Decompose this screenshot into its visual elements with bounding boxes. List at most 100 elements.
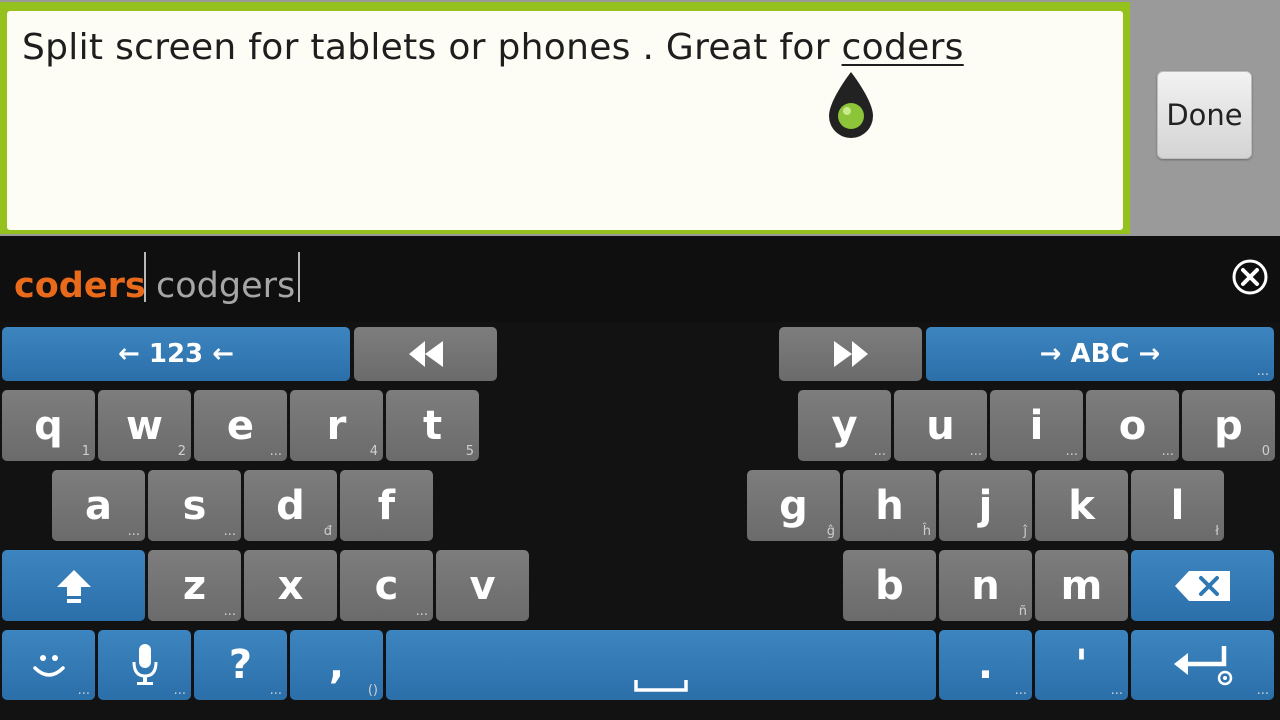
key-label: w bbox=[126, 402, 163, 449]
suggestion-primary[interactable]: coders bbox=[14, 266, 146, 306]
key-u[interactable]: u... bbox=[894, 390, 987, 461]
key-l[interactable]: lł bbox=[1131, 470, 1224, 541]
key-hint: ... bbox=[969, 444, 982, 459]
key-n[interactable]: nñ bbox=[939, 550, 1032, 621]
key-hint: ĥ bbox=[922, 524, 931, 539]
key-period[interactable]: .... bbox=[939, 630, 1032, 700]
emoji-key[interactable]: ... bbox=[2, 630, 95, 700]
key-hint: ... bbox=[269, 444, 282, 459]
switch-to-numbers-key[interactable]: ← 123 ← bbox=[2, 327, 350, 381]
key-t[interactable]: t5 bbox=[386, 390, 479, 461]
text-editor[interactable]: Split screen for tablets or phones . Gre… bbox=[7, 11, 1123, 230]
key-hint: ... bbox=[1110, 683, 1123, 698]
key-hint: ... bbox=[127, 524, 140, 539]
key-hint: ... bbox=[77, 683, 90, 698]
backspace-key[interactable] bbox=[1131, 550, 1274, 621]
key-label: e bbox=[226, 402, 255, 449]
enter-return-icon bbox=[1173, 646, 1232, 686]
editor-current-word: coders bbox=[841, 27, 964, 68]
suggestion-divider bbox=[298, 252, 300, 302]
key-p[interactable]: p0 bbox=[1182, 390, 1275, 461]
key-j[interactable]: jĵ bbox=[939, 470, 1032, 541]
cursor-right-key[interactable] bbox=[779, 327, 922, 381]
key-label: m bbox=[1060, 562, 1103, 609]
key-apostrophe[interactable]: '... bbox=[1035, 630, 1128, 700]
key-label: f bbox=[377, 482, 396, 529]
key-hint: ĵ bbox=[1023, 524, 1027, 539]
key-hint: 1 bbox=[81, 444, 90, 459]
space-key[interactable] bbox=[386, 630, 936, 700]
key-label: ← 123 ← bbox=[118, 339, 234, 369]
suggestion-divider bbox=[144, 252, 146, 302]
shift-arrow-icon bbox=[56, 569, 91, 603]
key-label: v bbox=[469, 562, 496, 609]
backspace-icon bbox=[1174, 570, 1230, 601]
switch-to-letters-key[interactable]: → ABC →... bbox=[926, 327, 1274, 381]
key-q[interactable]: q1 bbox=[2, 390, 95, 461]
suggestion-bar: coders codgers bbox=[0, 236, 1280, 322]
text-editor-frame: Split screen for tablets or phones . Gre… bbox=[0, 2, 1130, 234]
cursor-handle-icon[interactable] bbox=[827, 70, 875, 142]
key-hint: ... bbox=[173, 683, 186, 698]
voice-input-key[interactable]: ... bbox=[98, 630, 191, 700]
key-label: p bbox=[1214, 402, 1243, 449]
key-hint: đ bbox=[323, 524, 332, 539]
key-h[interactable]: hĥ bbox=[843, 470, 936, 541]
smiley-icon bbox=[32, 655, 65, 677]
key-hint: 0 bbox=[1261, 444, 1270, 459]
key-hint: ... bbox=[1256, 683, 1269, 698]
key-i[interactable]: i... bbox=[990, 390, 1083, 461]
key-label: b bbox=[875, 562, 904, 609]
done-button[interactable]: Done bbox=[1157, 71, 1252, 159]
key-b[interactable]: b bbox=[843, 550, 936, 621]
key-x[interactable]: x bbox=[244, 550, 337, 621]
editor-text: Split screen for tablets or phones . Gre… bbox=[22, 27, 964, 68]
key-label: d bbox=[276, 482, 305, 529]
key-hint: 4 bbox=[369, 444, 378, 459]
key-c[interactable]: c... bbox=[340, 550, 433, 621]
key-label: , bbox=[328, 642, 345, 688]
key-v[interactable]: v bbox=[436, 550, 529, 621]
key-label: q bbox=[34, 402, 63, 449]
close-suggestions-icon[interactable] bbox=[1231, 258, 1269, 296]
key-m[interactable]: m bbox=[1035, 550, 1128, 621]
key-d[interactable]: dđ bbox=[244, 470, 337, 541]
key-w[interactable]: w2 bbox=[98, 390, 191, 461]
key-z[interactable]: z... bbox=[148, 550, 241, 621]
key-label: ' bbox=[1075, 642, 1088, 688]
key-hint: ... bbox=[1065, 444, 1078, 459]
key-e[interactable]: e... bbox=[194, 390, 287, 461]
suggestion-secondary[interactable]: codgers bbox=[156, 266, 295, 306]
editor-text-before: Split screen for tablets or phones . Gre… bbox=[22, 27, 842, 68]
key-s[interactable]: s... bbox=[148, 470, 241, 541]
enter-key[interactable]: ... bbox=[1131, 630, 1274, 700]
key-hint: ... bbox=[1256, 364, 1269, 379]
key-label: l bbox=[1170, 482, 1185, 529]
key-label: n bbox=[971, 562, 1000, 609]
key-label: h bbox=[875, 482, 904, 529]
key-hint: ... bbox=[415, 604, 428, 619]
key-label: k bbox=[1068, 482, 1095, 529]
key-label: x bbox=[277, 562, 304, 609]
key-y[interactable]: y... bbox=[798, 390, 891, 461]
key-label: → ABC → bbox=[1039, 339, 1161, 369]
key-question-mark[interactable]: ?... bbox=[194, 630, 287, 700]
key-label: . bbox=[977, 642, 994, 688]
microphone-icon bbox=[132, 644, 157, 685]
fast-forward-icon bbox=[833, 341, 868, 367]
key-hint: () bbox=[367, 683, 378, 698]
key-hint: 2 bbox=[177, 444, 186, 459]
shift-key[interactable] bbox=[2, 550, 145, 621]
key-label: u bbox=[926, 402, 955, 449]
key-comma[interactable]: , () bbox=[290, 630, 383, 700]
key-f[interactable]: f bbox=[340, 470, 433, 541]
key-hint: ... bbox=[873, 444, 886, 459]
key-label: g bbox=[779, 482, 808, 529]
key-o[interactable]: o... bbox=[1086, 390, 1179, 461]
key-g[interactable]: gĝ bbox=[747, 470, 840, 541]
key-label: i bbox=[1029, 402, 1044, 449]
key-a[interactable]: a... bbox=[52, 470, 145, 541]
cursor-left-key[interactable] bbox=[354, 327, 497, 381]
key-k[interactable]: k bbox=[1035, 470, 1128, 541]
key-r[interactable]: r4 bbox=[290, 390, 383, 461]
